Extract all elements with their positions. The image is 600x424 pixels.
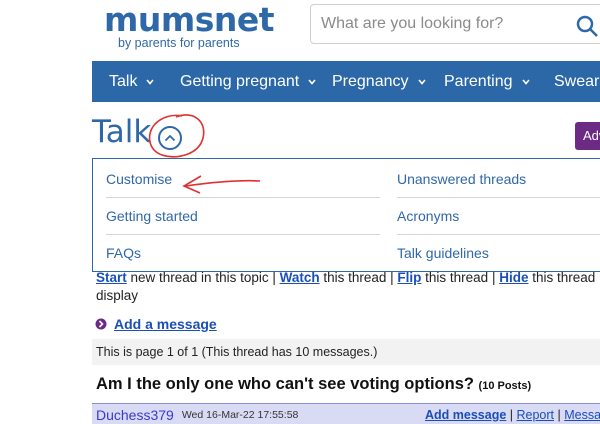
menu-divider xyxy=(397,197,600,198)
message-link[interactable]: Message xyxy=(564,408,600,422)
nav-item-pregnancy[interactable]: Pregnancy xyxy=(332,73,426,91)
post-actions: Add message | Report | Message xyxy=(425,408,600,422)
add-message-link[interactable]: Add a message xyxy=(114,316,217,332)
menu-divider xyxy=(106,234,380,235)
page-info: This is page 1 of 1 (This thread has 10 … xyxy=(92,339,600,365)
start-thread-link[interactable]: Start xyxy=(96,270,127,285)
mumsnet-logo[interactable]: mumsnet by parents for parents xyxy=(104,0,275,51)
post-header: Duchess379 Wed 16-Mar-22 17:55:58 Add me… xyxy=(92,403,600,424)
thread-title-text: Am I the only one who can't see voting o… xyxy=(96,375,474,393)
add-message-row: Add a message xyxy=(92,311,600,337)
thread-action-links: Start new thread in this topic | Watch t… xyxy=(96,270,596,303)
watch-thread-link[interactable]: Watch xyxy=(280,270,320,285)
chevron-down-icon xyxy=(308,78,316,85)
advertise-button[interactable]: Adv xyxy=(575,122,600,150)
nav-item-label: Talk xyxy=(109,72,138,90)
nav-item-swears[interactable]: Swears xyxy=(554,73,600,91)
nav-item-getting-pregnant[interactable]: Getting pregnant xyxy=(180,73,316,91)
menu-divider xyxy=(106,197,380,198)
display-text: display xyxy=(96,288,139,303)
report-link[interactable]: Report xyxy=(516,408,554,422)
chevron-down-icon xyxy=(417,78,426,85)
chevron-up-icon xyxy=(164,134,176,142)
arrow-circle-icon xyxy=(95,318,107,330)
nav-item-label: Getting pregnant xyxy=(180,72,300,90)
menu-divider xyxy=(397,234,600,235)
nav-item-label: Pregnancy xyxy=(332,72,409,90)
logo-text: mumsnet xyxy=(104,0,275,39)
menu-item-acronyms[interactable]: Acronyms xyxy=(397,208,459,224)
talk-dropdown-menu: Customise Getting started FAQs Unanswere… xyxy=(92,158,600,272)
collapse-menu-button[interactable] xyxy=(158,126,182,150)
chevron-down-icon xyxy=(146,78,155,85)
search-icon[interactable] xyxy=(575,14,599,43)
thread-title: Am I the only one who can't see voting o… xyxy=(96,375,531,394)
menu-item-talk-guidelines[interactable]: Talk guidelines xyxy=(397,245,489,261)
post-add-message-link[interactable]: Add message xyxy=(425,408,506,422)
nav-item-label: Swears xyxy=(554,72,600,90)
nav-item-parenting[interactable]: Parenting xyxy=(444,73,530,91)
search-box[interactable] xyxy=(310,4,600,44)
hide-thread-link[interactable]: Hide xyxy=(499,270,528,285)
post-count: (10 Posts) xyxy=(478,380,532,392)
post-author[interactable]: Duchess379 xyxy=(96,407,174,423)
post-date: Wed 16-Mar-22 17:55:58 xyxy=(181,408,299,421)
page-title: Talk xyxy=(92,114,152,150)
menu-item-faqs[interactable]: FAQs xyxy=(106,245,141,261)
menu-item-customise[interactable]: Customise xyxy=(106,171,172,187)
main-nav: Talk Getting pregnant Pregnancy Parentin… xyxy=(92,61,600,102)
chevron-down-icon xyxy=(521,78,530,85)
nav-item-talk[interactable]: Talk xyxy=(109,72,155,91)
search-input[interactable] xyxy=(311,5,561,43)
nav-item-label: Parenting xyxy=(444,72,513,90)
flip-thread-link[interactable]: Flip xyxy=(397,270,421,285)
menu-item-getting-started[interactable]: Getting started xyxy=(106,208,198,224)
menu-item-unanswered-threads[interactable]: Unanswered threads xyxy=(397,171,526,187)
